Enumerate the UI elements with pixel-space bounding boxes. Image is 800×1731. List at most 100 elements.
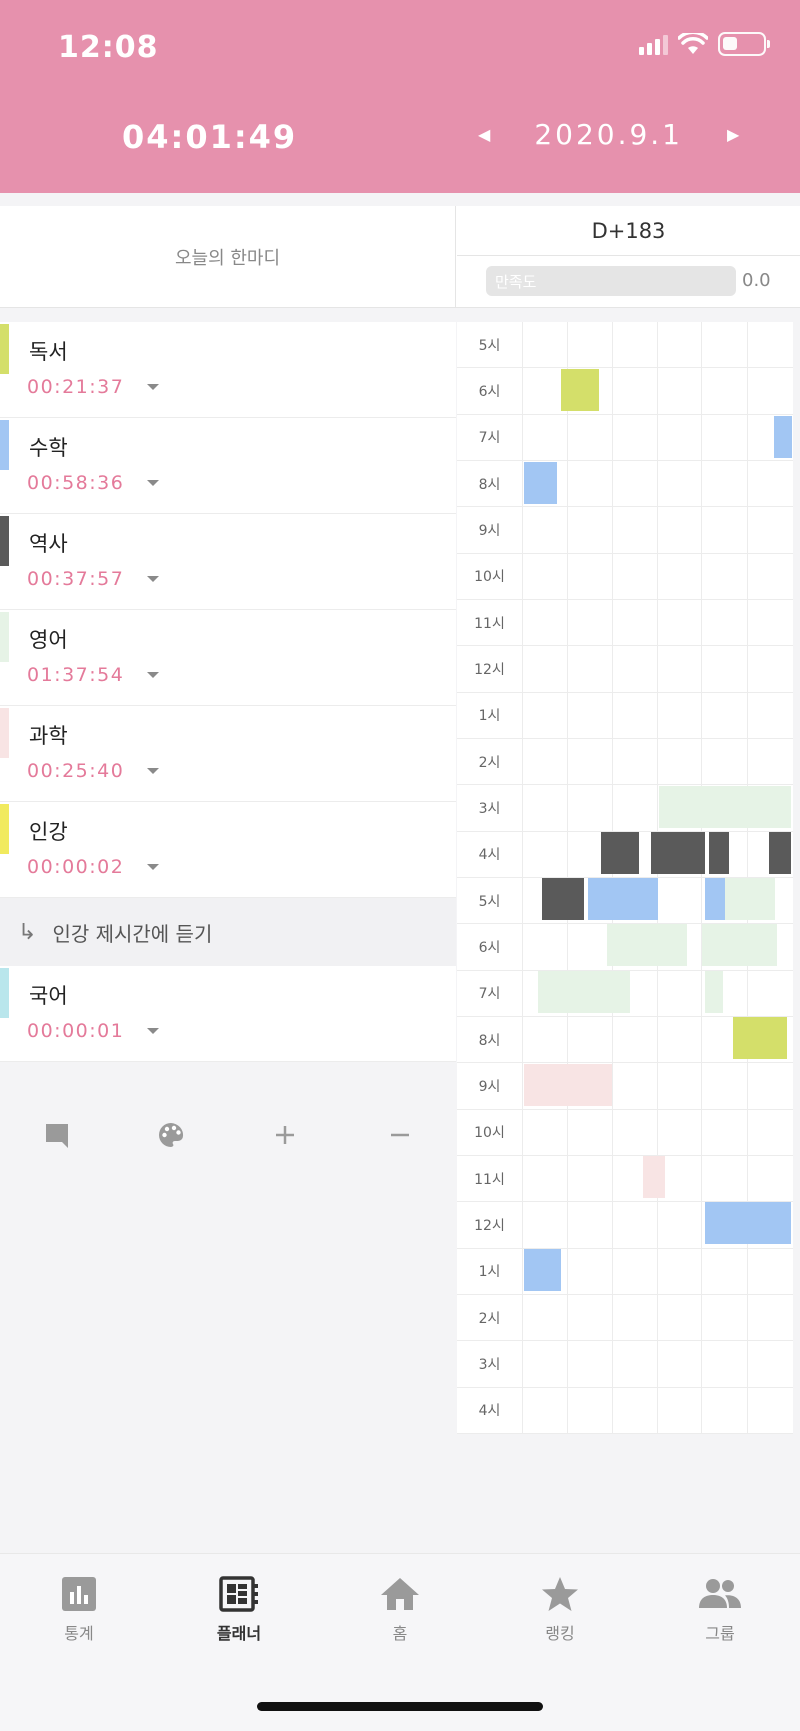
subject-item[interactable]: 국어 00:00:01 [0, 966, 456, 1062]
chevron-right-icon[interactable]: ▶ [727, 125, 739, 144]
subject-name: 역사 [29, 532, 68, 556]
date-navigator: ◀ 2020.9.1 ▶ [478, 118, 739, 151]
hour-label: 2시 [457, 738, 523, 785]
timetable-row: 6시 [457, 368, 793, 415]
hour-label: 1시 [457, 692, 523, 738]
planner-icon [219, 1576, 258, 1612]
daily-memo[interactable]: 오늘의 한마디 [0, 206, 456, 308]
study-block [524, 1249, 561, 1291]
study-block [659, 786, 791, 828]
timetable-row: 9시 [457, 1063, 793, 1110]
tab-label: 홈 [392, 1624, 408, 1643]
study-block [651, 832, 705, 874]
subtask-item[interactable]: ↳ 인강 제시간에 듣기 [0, 898, 456, 966]
subject-item[interactable]: 독서 00:21:37 [0, 322, 456, 418]
study-block [705, 971, 723, 1013]
hour-label: 9시 [457, 507, 523, 553]
subject-time: 01:37:54 [27, 664, 125, 686]
comment-icon[interactable] [37, 1115, 77, 1155]
timetable-row: 5시 [457, 322, 793, 369]
palette-icon[interactable] [151, 1115, 191, 1155]
tab-label: 그룹 [705, 1624, 735, 1643]
group-icon [699, 1579, 741, 1608]
caret-down-icon[interactable] [147, 768, 159, 774]
timetable-row: 11시 [457, 599, 793, 647]
tab-group[interactable]: 그룹 [670, 1576, 770, 1644]
star-icon [542, 1577, 578, 1611]
timetable-grid: 5시 6시 7시 8시 9시 10시 11시 12시 1시 2시 3시 4시 5… [457, 322, 793, 1434]
caret-down-icon[interactable] [147, 1028, 159, 1034]
timetable-row: 11시 [457, 1155, 793, 1203]
study-block [643, 1156, 665, 1198]
tab-label: 랭킹 [545, 1624, 575, 1643]
caret-down-icon[interactable] [147, 672, 159, 678]
subject-item[interactable]: 인강 00:00:02 [0, 802, 456, 898]
subject-list: 독서 00:21:37 수학 00:58:36 역사 00:37:57 영어 0… [0, 322, 456, 1062]
home-indicator[interactable] [257, 1702, 543, 1711]
caret-down-icon[interactable] [147, 480, 159, 486]
hour-label: 5시 [457, 322, 523, 368]
subject-name: 과학 [29, 724, 68, 748]
plus-icon[interactable] [265, 1115, 305, 1155]
subject-time: 00:58:36 [27, 472, 125, 494]
caret-down-icon[interactable] [147, 384, 159, 390]
hour-label: 10시 [457, 1109, 523, 1155]
subject-color-bar [0, 324, 9, 374]
caret-down-icon[interactable] [147, 864, 159, 870]
subject-color-bar [0, 968, 9, 1018]
subject-color-bar [0, 612, 9, 662]
subject-item[interactable]: 과학 00:25:40 [0, 706, 456, 802]
caret-down-icon[interactable] [147, 576, 159, 582]
subject-name: 인강 [29, 820, 68, 844]
timetable-row: 7시 [457, 414, 793, 461]
grid-line [701, 322, 702, 1434]
tab-ranking[interactable]: 랭킹 [510, 1576, 610, 1644]
hour-label: 4시 [457, 1387, 523, 1433]
hour-label: 5시 [457, 877, 523, 924]
satisfaction-bar[interactable]: 만족도 [486, 266, 736, 296]
subject-item[interactable]: 수학 00:58:36 [0, 418, 456, 514]
subject-name: 수학 [29, 436, 68, 460]
study-block [709, 832, 729, 874]
satisfaction-value: 0.0 [742, 270, 771, 291]
study-block [524, 1064, 612, 1106]
study-block [733, 1017, 787, 1059]
hour-label: 4시 [457, 831, 523, 877]
status-time: 12:08 [58, 30, 159, 65]
timetable-row: 10시 [457, 1109, 793, 1156]
daily-memo-placeholder: 오늘의 한마디 [174, 248, 281, 269]
hour-label: 7시 [457, 970, 523, 1016]
study-block [769, 832, 791, 874]
tab-label: 플래너 [216, 1624, 262, 1643]
study-block [774, 416, 792, 458]
hour-label: 3시 [457, 1341, 523, 1387]
chevron-left-icon[interactable]: ◀ [478, 125, 490, 144]
study-block [705, 1202, 791, 1244]
timetable-row: 3시 [457, 1341, 793, 1388]
tab-planner[interactable]: 플래너 [189, 1576, 289, 1644]
study-block [702, 924, 777, 966]
subject-color-bar [0, 420, 9, 470]
subject-name: 독서 [29, 340, 68, 364]
status-icons [639, 32, 770, 56]
study-block [542, 878, 584, 920]
current-date: 2020.9.1 [534, 118, 683, 151]
subject-item[interactable]: 영어 01:37:54 [0, 610, 456, 706]
tab-stats[interactable]: 통계 [29, 1576, 129, 1644]
timetable-row: 1시 [457, 1248, 793, 1295]
tab-label: 통계 [64, 1624, 94, 1643]
study-block [561, 369, 599, 411]
subtask-label: 인강 제시간에 듣기 [52, 921, 213, 946]
hour-label: 11시 [457, 1155, 523, 1202]
timetable-row: 4시 [457, 1387, 793, 1434]
study-block [725, 878, 775, 920]
study-block [538, 971, 630, 1013]
cellular-signal-icon [639, 33, 668, 55]
home-icon [381, 1578, 419, 1610]
tab-home[interactable]: 홈 [350, 1576, 450, 1644]
bar-chart-icon [62, 1577, 96, 1611]
subject-item[interactable]: 역사 00:37:57 [0, 514, 456, 610]
study-block [607, 924, 687, 966]
study-block [705, 878, 725, 920]
minus-icon[interactable] [380, 1115, 420, 1155]
